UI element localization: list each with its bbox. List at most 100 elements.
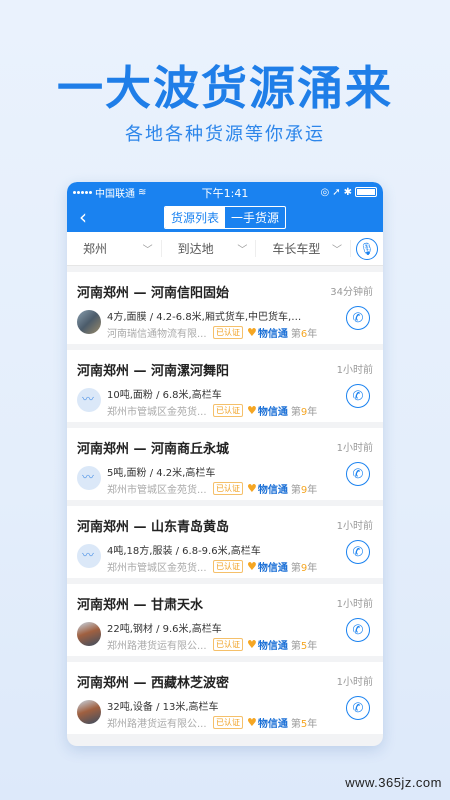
verified-badge: 已认证 bbox=[213, 560, 243, 573]
cargo-spec: 22吨,钢材 / 9.6米,高栏车 bbox=[107, 624, 222, 635]
app-header: 中国联通 ≋ 下午1:41 ◎ ➚ ✱ ‹ 货源列表 一手货源 bbox=[67, 182, 383, 232]
member-years: 第6年 bbox=[290, 329, 318, 340]
call-button[interactable]: ✆ bbox=[346, 462, 370, 486]
posted-time: 1小时前 bbox=[336, 677, 373, 688]
tab-cargo-list[interactable]: 货源列表 bbox=[164, 206, 225, 228]
cargo-spec: 10吨,面粉 / 6.8米,高栏车 bbox=[107, 390, 222, 401]
verified-badge: 已认证 bbox=[213, 716, 243, 729]
location-icon: ➚ bbox=[332, 186, 341, 198]
cargo-card[interactable]: 河南郑州 — 河南商丘永城 1小时前 5吨,面粉 / 4.2米,高栏车 郑州市管… bbox=[67, 428, 383, 500]
filter-bar: 郑州 ﹀ 到达地 ﹀ 车长车型 ﹀ 🎙︎ bbox=[67, 232, 383, 266]
cargo-list: 河南郑州 — 河南信阳固始 34分钟前 4方,面膜 / 4.2-6.8米,厢式货… bbox=[67, 266, 383, 734]
avatar bbox=[77, 544, 101, 568]
call-button[interactable]: ✆ bbox=[346, 306, 370, 330]
voice-search-button[interactable]: 🎙︎ bbox=[351, 237, 383, 260]
heart-icon: ♥ bbox=[247, 716, 257, 729]
call-button[interactable]: ✆ bbox=[346, 540, 370, 564]
verified-badge: 已认证 bbox=[213, 638, 243, 651]
route-title: 河南郑州 — 河南信阳固始 bbox=[77, 286, 230, 301]
brand-label: 物信通 bbox=[257, 719, 288, 730]
avatar bbox=[77, 700, 101, 724]
heart-icon: ♥ bbox=[247, 482, 257, 495]
heart-icon: ♥ bbox=[247, 560, 257, 573]
destination-filter-label: 到达地 bbox=[177, 242, 214, 256]
phone-screen: 中国联通 ≋ 下午1:41 ◎ ➚ ✱ ‹ 货源列表 一手货源 郑州 ﹀ 到达地 bbox=[67, 182, 383, 746]
posted-time: 1小时前 bbox=[336, 599, 373, 610]
brand-badge: ♥ 物信通 bbox=[247, 403, 288, 418]
cargo-spec: 5吨,面粉 / 4.2米,高栏车 bbox=[107, 468, 216, 479]
call-button[interactable]: ✆ bbox=[346, 696, 370, 720]
company-name: 郑州市管城区金苑货... bbox=[107, 485, 207, 496]
cargo-card[interactable]: 河南郑州 — 山东青岛黄岛 1小时前 4吨,18方,服装 / 6.8-9.6米,… bbox=[67, 506, 383, 578]
brand-badge: ♥ 物信通 bbox=[247, 715, 288, 730]
tab-firsthand-cargo[interactable]: 一手货源 bbox=[225, 207, 285, 228]
route-title: 河南郑州 — 河南漯河舞阳 bbox=[77, 364, 230, 379]
carrier-label: 中国联通 bbox=[95, 188, 135, 200]
heart-icon: ♥ bbox=[247, 404, 257, 417]
destination-filter[interactable]: 到达地 ﹀ bbox=[162, 240, 257, 257]
tab-switch: 货源列表 一手货源 bbox=[163, 205, 287, 229]
status-bar: 中国联通 ≋ 下午1:41 ◎ ➚ ✱ bbox=[67, 182, 383, 202]
company-name: 郑州市管城区金苑货... bbox=[107, 563, 207, 574]
phone-icon: ✆ bbox=[352, 466, 364, 482]
watermark: www.365jz.com bbox=[345, 775, 442, 790]
member-years: 第5年 bbox=[290, 641, 318, 652]
member-years: 第5年 bbox=[290, 719, 318, 730]
cargo-card[interactable]: 河南郑州 — 甘肃天水 1小时前 22吨,钢材 / 9.6米,高栏车 郑州路港货… bbox=[67, 584, 383, 656]
phone-icon: ✆ bbox=[352, 388, 364, 404]
member-years: 第9年 bbox=[290, 563, 318, 574]
brand-label: 物信通 bbox=[257, 563, 288, 574]
battery-icon bbox=[355, 187, 377, 197]
verified-badge: 已认证 bbox=[213, 404, 243, 417]
promo-subtitle: 各地各种货源等你承运 bbox=[125, 124, 325, 145]
company-name: 郑州路港货运有限公... bbox=[107, 641, 207, 652]
bluetooth-icon: ✱ bbox=[343, 186, 352, 198]
avatar bbox=[77, 466, 101, 490]
cargo-spec: 32吨,设备 / 13米,高栏车 bbox=[107, 702, 219, 713]
posted-time: 34分钟前 bbox=[330, 287, 373, 298]
company-name: 河南瑞信通物流有限... bbox=[107, 329, 207, 340]
phone-icon: ✆ bbox=[352, 544, 364, 560]
avatar bbox=[77, 388, 101, 412]
phone-icon: ✆ bbox=[352, 310, 364, 326]
verified-badge: 已认证 bbox=[213, 326, 243, 339]
call-button[interactable]: ✆ bbox=[346, 384, 370, 408]
brand-badge: ♥ 物信通 bbox=[247, 559, 288, 574]
origin-filter-label: 郑州 bbox=[83, 242, 108, 256]
cargo-spec: 4方,面膜 / 4.2-6.8米,厢式货车,中巴货车,高... bbox=[107, 312, 307, 323]
cargo-card[interactable]: 河南郑州 — 河南漯河舞阳 1小时前 10吨,面粉 / 6.8米,高栏车 郑州市… bbox=[67, 350, 383, 422]
vehicle-filter[interactable]: 车长车型 ﹀ bbox=[256, 240, 352, 257]
route-title: 河南郑州 — 山东青岛黄岛 bbox=[77, 520, 230, 535]
origin-filter[interactable]: 郑州 ﹀ bbox=[67, 240, 162, 257]
member-years: 第9年 bbox=[290, 485, 318, 496]
nav-bar: ‹ 货源列表 一手货源 bbox=[67, 202, 383, 232]
wifi-icon: ≋ bbox=[138, 186, 147, 198]
cargo-card[interactable]: 河南郑州 — 河南信阳固始 34分钟前 4方,面膜 / 4.2-6.8米,厢式货… bbox=[67, 272, 383, 344]
call-button[interactable]: ✆ bbox=[346, 618, 370, 642]
cargo-card[interactable]: 河南郑州 — 西藏林芝波密 1小时前 32吨,设备 / 13米,高栏车 郑州路港… bbox=[67, 662, 383, 734]
phone-icon: ✆ bbox=[352, 700, 364, 716]
route-title: 河南郑州 — 西藏林芝波密 bbox=[77, 676, 230, 691]
avatar bbox=[77, 310, 101, 334]
company-name: 郑州市管城区金苑货... bbox=[107, 407, 207, 418]
avatar bbox=[77, 622, 101, 646]
vehicle-filter-label: 车长车型 bbox=[272, 242, 321, 256]
route-title: 河南郑州 — 河南商丘永城 bbox=[77, 442, 230, 457]
back-icon[interactable]: ‹ bbox=[79, 207, 87, 227]
promo-title: 一大波货源涌来 bbox=[57, 61, 393, 115]
route-title: 河南郑州 — 甘肃天水 bbox=[77, 598, 204, 613]
chevron-down-icon: ﹀ bbox=[332, 245, 343, 256]
brand-label: 物信通 bbox=[257, 485, 288, 496]
verified-badge: 已认证 bbox=[213, 482, 243, 495]
brand-label: 物信通 bbox=[257, 329, 288, 340]
posted-time: 1小时前 bbox=[336, 365, 373, 376]
company-name: 郑州路港货运有限公... bbox=[107, 719, 207, 730]
brand-badge: ♥ 物信通 bbox=[247, 325, 288, 340]
heart-icon: ♥ bbox=[247, 638, 257, 651]
chevron-down-icon: ﹀ bbox=[142, 245, 153, 256]
posted-time: 1小时前 bbox=[336, 443, 373, 454]
posted-time: 1小时前 bbox=[336, 521, 373, 532]
brand-label: 物信通 bbox=[257, 407, 288, 418]
chevron-down-icon: ﹀ bbox=[237, 245, 248, 256]
microphone-icon: 🎙︎ bbox=[356, 237, 379, 260]
